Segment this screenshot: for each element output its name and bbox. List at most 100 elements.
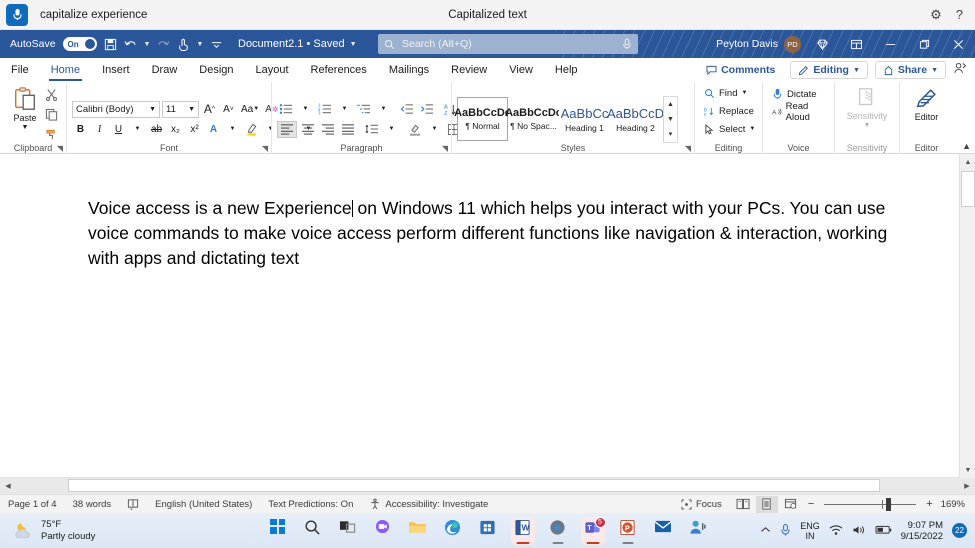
underline-button[interactable]: U <box>110 121 127 138</box>
shading-icon[interactable] <box>406 121 424 138</box>
find-button[interactable]: Find ▼ <box>700 85 759 101</box>
proofing-errors-icon[interactable] <box>119 495 147 514</box>
text-effects-icon[interactable]: A <box>205 121 222 138</box>
help-icon[interactable]: ? <box>956 8 963 21</box>
diamond-icon[interactable] <box>805 30 839 58</box>
tab-references[interactable]: References <box>300 58 378 82</box>
align-right-icon[interactable] <box>319 121 337 138</box>
editing-chevron-down-icon[interactable]: ▼ <box>853 67 860 74</box>
tab-insert[interactable]: Insert <box>91 58 141 82</box>
tab-help[interactable]: Help <box>544 58 589 82</box>
style-no-spacing[interactable]: AaBbCcDc ¶ No Spac... <box>505 97 562 141</box>
notification-badge[interactable]: 22 <box>952 523 967 538</box>
word-button[interactable]: W <box>510 516 535 545</box>
multilevel-chevron-down-icon[interactable]: ▼ <box>375 101 392 118</box>
tab-review[interactable]: Review <box>440 58 498 82</box>
voice-access-mic-button[interactable] <box>6 3 28 26</box>
text-highlight-color-icon[interactable] <box>243 121 260 138</box>
tab-draw[interactable]: Draw <box>141 58 189 82</box>
powerpoint-button[interactable]: P <box>616 517 640 545</box>
chevron-down-icon[interactable]: ▼ <box>149 106 156 113</box>
dictate-button[interactable]: Dictate <box>768 86 829 102</box>
paragraph-dialog-launcher[interactable]: ◥ <box>442 144 448 153</box>
style-heading-2[interactable]: AaBbCcD Heading 2 <box>607 97 664 141</box>
find-chevron-down-icon[interactable]: ▼ <box>741 90 747 96</box>
decrease-indent-icon[interactable] <box>398 101 416 118</box>
document-canvas[interactable]: Voice access is a new Experience on Wind… <box>0 154 975 478</box>
customize-qat-icon[interactable] <box>210 40 223 49</box>
touch-mode-icon[interactable] <box>177 38 189 51</box>
cut-icon[interactable] <box>45 88 58 104</box>
style-heading-1[interactable]: AaBbCc Heading 1 <box>559 97 610 141</box>
close-icon[interactable] <box>941 30 975 58</box>
task-view-button[interactable] <box>336 517 360 545</box>
format-painter-icon[interactable] <box>45 128 58 144</box>
underline-chevron-down-icon[interactable]: ▼ <box>129 121 146 138</box>
print-layout-icon[interactable] <box>755 495 778 513</box>
bullets-icon[interactable] <box>277 101 295 118</box>
weather-widget[interactable]: 75°F Partly cloudy <box>0 519 95 543</box>
share-button[interactable]: Share ▼ <box>874 61 946 79</box>
chevron-down-icon[interactable]: ▼ <box>188 106 195 113</box>
page-indicator[interactable]: Page 1 of 4 <box>0 495 65 514</box>
select-chevron-down-icon[interactable]: ▼ <box>749 126 755 132</box>
web-layout-icon[interactable] <box>780 496 802 513</box>
tab-design[interactable]: Design <box>188 58 244 82</box>
increase-font-size-icon[interactable]: A ^ <box>201 101 218 118</box>
scroll-down-arrow-icon[interactable]: ▼ <box>960 462 975 478</box>
save-icon[interactable] <box>104 38 117 51</box>
horizontal-scroll-thumb[interactable] <box>68 479 880 492</box>
justify-icon[interactable] <box>339 121 357 138</box>
volume-icon[interactable] <box>852 524 866 538</box>
font-size-combo[interactable]: 11 ▼ <box>162 100 199 118</box>
subscript-button[interactable]: x₂ <box>167 121 184 138</box>
tab-home[interactable]: Home <box>40 58 91 82</box>
start-button[interactable] <box>266 517 290 545</box>
text-effects-chevron-down-icon[interactable]: ▼ <box>224 121 241 138</box>
scroll-left-arrow-icon[interactable]: ◀ <box>0 478 16 494</box>
undo-icon[interactable] <box>124 38 137 50</box>
chevron-up-icon[interactable] <box>760 526 771 536</box>
italic-button[interactable]: I <box>91 121 108 138</box>
font-name-combo[interactable]: Calibri (Body) ▼ <box>72 100 160 118</box>
shading-chevron-down-icon[interactable]: ▼ <box>426 121 443 138</box>
tab-layout[interactable]: Layout <box>245 58 300 82</box>
read-aloud-button[interactable]: A Read Aloud <box>768 101 829 123</box>
gear-icon[interactable]: ⚙ <box>930 8 942 21</box>
microsoft-store-button[interactable] <box>476 517 500 545</box>
vertical-scrollbar[interactable]: ▲ ▼ <box>959 154 975 478</box>
styles-dialog-launcher[interactable]: ◥ <box>685 144 691 153</box>
more-styles-icon[interactable]: ▾ <box>664 127 677 142</box>
paste-button[interactable]: Paste ▼ <box>5 86 45 131</box>
restore-icon[interactable] <box>907 30 941 58</box>
voice-access-button[interactable] <box>686 517 710 545</box>
comments-button[interactable]: Comments <box>698 61 783 79</box>
clock[interactable]: 9:07 PM 9/15/2022 <box>901 520 943 542</box>
accessibility-indicator[interactable]: Accessibility: Investigate <box>361 495 496 514</box>
zoom-level-label[interactable]: 169% <box>939 495 967 514</box>
bullets-chevron-down-icon[interactable]: ▼ <box>297 101 314 118</box>
tab-mailings[interactable]: Mailings <box>378 58 440 82</box>
focus-button[interactable]: Focus <box>673 495 730 514</box>
copy-icon[interactable] <box>45 108 58 124</box>
align-center-icon[interactable] <box>299 121 317 138</box>
microphone-icon[interactable] <box>780 523 791 539</box>
increase-indent-icon[interactable] <box>418 101 436 118</box>
search-button[interactable] <box>301 517 325 545</box>
vertical-scroll-thumb[interactable] <box>961 171 975 207</box>
paste-chevron-down-icon[interactable]: ▼ <box>22 124 29 131</box>
strikethrough-icon[interactable]: ab <box>148 121 165 138</box>
settings-button[interactable] <box>546 517 570 545</box>
decrease-font-size-icon[interactable]: A ˅ <box>220 101 237 118</box>
catch-up-icon[interactable] <box>953 62 967 78</box>
minimize-icon[interactable] <box>873 30 907 58</box>
scroll-up-icon[interactable]: ▲ <box>664 97 677 112</box>
tab-view[interactable]: View <box>498 58 544 82</box>
file-explorer-button[interactable] <box>406 517 430 545</box>
bold-button[interactable]: B <box>72 121 89 138</box>
edge-button[interactable] <box>441 517 465 545</box>
document-paragraph[interactable]: Voice access is a new Experience on Wind… <box>88 196 888 271</box>
line-spacing-chevron-down-icon[interactable]: ▼ <box>383 121 400 138</box>
clipboard-dialog-launcher[interactable]: ◥ <box>57 144 63 153</box>
document-title[interactable]: Document2.1 • Saved ▼ <box>238 38 357 50</box>
